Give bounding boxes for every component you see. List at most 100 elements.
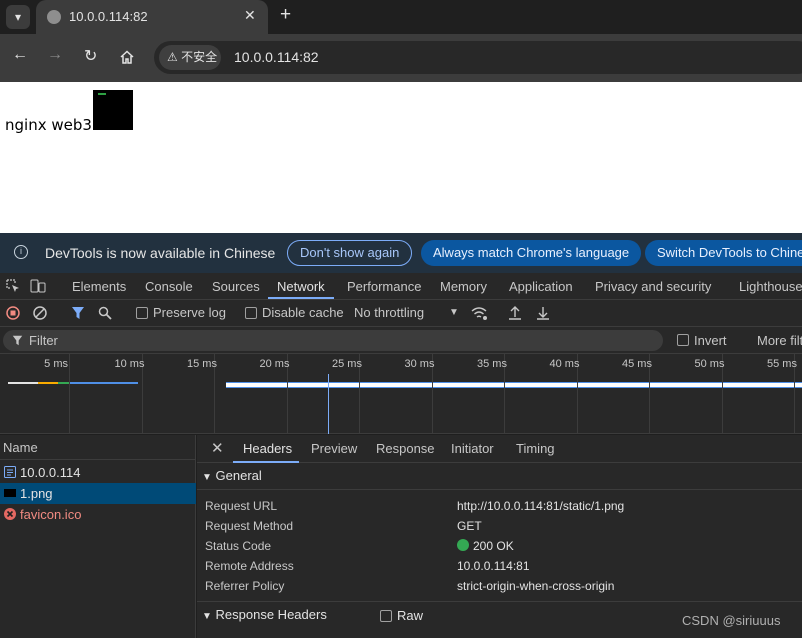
raw-checkbox[interactable] xyxy=(380,610,392,622)
timeline-tick-label: 25 ms xyxy=(332,358,362,370)
general-section-title: General xyxy=(215,468,262,483)
globe-icon xyxy=(47,10,61,24)
devtools-language-infobar: i DevTools is now available in Chinese D… xyxy=(0,233,802,273)
inspect-element-icon[interactable] xyxy=(6,279,20,293)
disable-cache-checkbox[interactable] xyxy=(245,307,257,319)
invert-checkbox[interactable] xyxy=(677,334,689,346)
tab-initiator[interactable]: Initiator xyxy=(451,441,494,456)
tab-headers[interactable]: Headers xyxy=(243,441,292,456)
close-tab-icon[interactable]: ✕ xyxy=(244,7,256,24)
response-headers-title: Response Headers xyxy=(215,607,327,622)
close-details-icon[interactable]: ✕ xyxy=(211,439,224,457)
request-list-header[interactable]: Name xyxy=(0,435,196,460)
browser-tab[interactable]: 10.0.0.114:82 ✕ xyxy=(36,0,268,34)
tab-performance[interactable]: Performance xyxy=(347,279,421,294)
name-column-header: Name xyxy=(3,440,38,455)
timeline-bar-waiting xyxy=(38,382,58,384)
devtools-tab-bar: Elements Console Sources Network Perform… xyxy=(0,273,802,300)
dont-show-again-button[interactable]: Don't show again xyxy=(287,240,413,266)
request-details-panel: ✕ Headers Preview Response Initiator Tim… xyxy=(197,435,802,638)
info-icon: i xyxy=(14,245,28,259)
timeline-tick-label: 5 ms xyxy=(44,358,68,370)
tab-strip: ▾ 10.0.0.114:82 ✕ + xyxy=(0,0,802,34)
request-url-key: Request URL xyxy=(205,499,278,513)
timeline-bar-download xyxy=(70,382,138,384)
document-icon xyxy=(4,466,16,478)
request-list: Name 10.0.0.114 1.png favicon.ico xyxy=(0,435,196,638)
tab-search-button[interactable]: ▾ xyxy=(6,5,30,29)
always-match-language-button[interactable]: Always match Chrome's language xyxy=(421,240,642,266)
reload-icon[interactable]: ↻ xyxy=(84,46,97,66)
security-chip[interactable]: ⚠ 不安全 xyxy=(159,45,221,70)
preserve-log-checkbox[interactable] xyxy=(136,307,148,319)
tab-lighthouse[interactable]: Lighthouse xyxy=(739,279,802,294)
timeline-bar-favicon xyxy=(226,382,802,388)
filter-icon xyxy=(12,335,23,346)
tab-preview[interactable]: Preview xyxy=(311,441,357,456)
tab-timing[interactable]: Timing xyxy=(516,441,555,456)
tab-privacy-security[interactable]: Privacy and security xyxy=(595,279,711,294)
general-section-header[interactable]: ▼ General xyxy=(202,468,262,483)
record-stop-icon[interactable] xyxy=(6,306,20,320)
request-name: 10.0.0.114 xyxy=(20,465,81,480)
tab-response[interactable]: Response xyxy=(376,441,435,456)
export-har-icon[interactable] xyxy=(536,305,550,321)
timeline-bar-document xyxy=(8,382,38,384)
filter-bar: Filter Invert More filters xyxy=(0,327,802,354)
back-arrow-icon[interactable]: ← xyxy=(12,46,28,64)
error-icon xyxy=(4,508,16,520)
tab-network[interactable]: Network xyxy=(277,279,325,294)
details-tab-bar: ✕ Headers Preview Response Initiator Tim… xyxy=(197,435,802,463)
home-icon[interactable] xyxy=(119,49,135,65)
tab-console[interactable]: Console xyxy=(145,279,193,294)
browser-toolbar: ← → ↻ ⚠ 不安全 10.0.0.114:82 xyxy=(0,34,802,82)
tab-application[interactable]: Application xyxy=(509,279,573,294)
search-icon[interactable] xyxy=(98,306,112,320)
request-row[interactable]: favicon.ico xyxy=(0,504,196,525)
new-tab-button[interactable]: + xyxy=(280,4,291,26)
url-text: 10.0.0.114:82 xyxy=(234,49,319,65)
infobar-message: DevTools is now available in Chinese xyxy=(45,245,276,261)
tab-memory[interactable]: Memory xyxy=(440,279,487,294)
web-page: nginx web3 xyxy=(0,82,802,233)
tab-elements[interactable]: Elements xyxy=(72,279,126,294)
timeline-tick-label: 15 ms xyxy=(187,358,217,370)
disable-cache-label: Disable cache xyxy=(262,305,344,320)
caret-down-icon: ▼ xyxy=(202,611,212,622)
remote-address-key: Remote Address xyxy=(205,559,294,573)
request-method-value: GET xyxy=(457,519,482,533)
clear-icon[interactable] xyxy=(33,306,47,320)
filter-placeholder: Filter xyxy=(29,333,58,348)
caret-down-icon: ▼ xyxy=(202,472,212,483)
network-overview-timeline[interactable]: 5 ms 10 ms 15 ms 20 ms 25 ms 30 ms 35 ms 40 ms 4… xyxy=(0,354,802,434)
tab-sources[interactable]: Sources xyxy=(212,279,260,294)
request-url-value: http://10.0.0.114:81/static/1.png xyxy=(457,499,625,513)
address-bar[interactable]: ⚠ 不安全 10.0.0.114:82 xyxy=(154,41,802,74)
import-har-icon[interactable] xyxy=(508,305,522,321)
request-name: 1.png xyxy=(20,486,53,501)
network-conditions-icon[interactable] xyxy=(470,305,488,321)
status-ok-icon xyxy=(457,539,469,551)
timeline-tick-label: 20 ms xyxy=(259,358,290,370)
filter-input[interactable]: Filter xyxy=(3,330,663,351)
switch-devtools-language-button[interactable]: Switch DevTools to Chinese xyxy=(645,240,802,266)
security-label: 不安全 xyxy=(181,50,218,64)
timeline-tick-label: 45 ms xyxy=(622,358,652,370)
warning-icon: ⚠ xyxy=(167,50,178,64)
device-toolbar-icon[interactable] xyxy=(30,279,46,294)
image-icon xyxy=(4,489,16,497)
divider xyxy=(197,489,802,490)
throttling-select[interactable]: No throttling xyxy=(354,305,424,320)
request-row-selected[interactable]: 1.png xyxy=(0,483,196,504)
remote-address-value: 10.0.0.114:81 xyxy=(457,559,530,573)
filter-icon[interactable] xyxy=(71,306,85,320)
page-text: nginx web3 xyxy=(5,116,92,134)
active-tab-indicator xyxy=(268,297,334,299)
more-filters-button[interactable]: More filters xyxy=(757,333,802,348)
forward-arrow-icon[interactable]: → xyxy=(47,46,63,64)
divider xyxy=(197,601,802,602)
status-code-value: 200 OK xyxy=(473,539,514,553)
request-row[interactable]: 10.0.0.114 xyxy=(0,462,196,483)
response-headers-section-header[interactable]: ▼ Response Headers xyxy=(202,607,327,622)
chevron-down-icon: ▼ xyxy=(449,307,459,318)
